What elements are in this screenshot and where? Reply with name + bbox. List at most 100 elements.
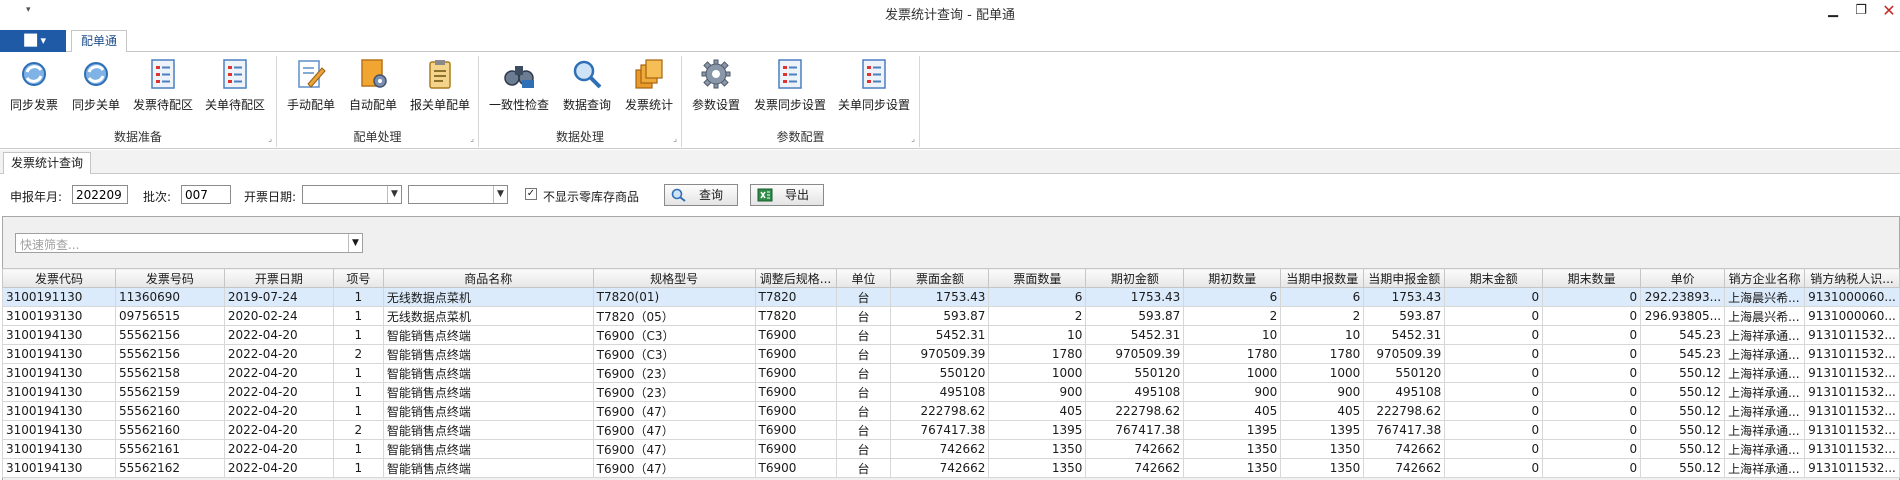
table-cell: 1350 [1183,439,1282,459]
column-header[interactable]: 开票日期 [223,268,334,288]
tab-invoice-stats-query[interactable]: 发票统计查询 [3,152,91,174]
period-input[interactable] [72,185,128,204]
table-cell: 742662 [1085,439,1185,459]
table-cell: 970509.39 [1363,344,1446,364]
table-row[interactable]: 3100194130 55562161 2022-04-20 1 智能销售点终端 T690… [2,439,1900,459]
customs-pending-button[interactable]: 关单待配区 [202,58,268,118]
group-launcher-icon[interactable]: ⌟ [673,134,677,143]
chevron-down-icon[interactable]: ▼ [493,186,507,203]
table-row[interactable]: 3100191130 11360690 2019-07-24 1 无线数据点菜机 T782… [2,287,1900,307]
column-header[interactable]: 当期申报数量 [1280,268,1365,288]
consistency-check-button[interactable]: 一致性检查 [487,58,551,118]
excel-export-icon [757,188,773,202]
table-cell: T6900（C3） [592,325,756,345]
column-header[interactable]: 规格型号 [592,268,756,288]
table-cell: 1 [332,287,384,307]
table-cell: 550120 [890,363,990,383]
table-row[interactable]: 3100194130 55562160 2022-04-20 1 智能销售点终端 T690… [2,401,1900,421]
column-header[interactable]: 销方企业名称 [1724,268,1806,288]
table-cell: 1395 [1280,420,1365,440]
group-launcher-icon[interactable]: ⌟ [470,134,474,143]
table-cell: T6900 [754,363,837,383]
manual-match-button[interactable]: 手动配单 [283,58,339,118]
table-row[interactable]: 3100194130 55562156 2022-04-20 2 智能销售点终端 T690… [2,344,1900,364]
customs-match-button[interactable]: 报关单配单 [407,58,473,118]
table-cell: T7820 [754,287,837,307]
table-cell: 545.23 [1640,325,1726,345]
invoice-sync-settings-label: 发票同步设置 [753,98,826,112]
column-header[interactable]: 期末金额 [1444,268,1544,288]
param-settings-button[interactable]: 参数设置 [688,58,744,118]
column-header[interactable]: 发票号码 [114,268,225,288]
table-cell: T6900 [754,439,837,459]
group-params: 参数设置 发票同步设置 关单同步设置 参数配置 ⌟ [682,56,920,147]
column-header[interactable]: 票面数量 [988,268,1087,288]
list-icon [862,59,886,89]
table-row[interactable]: 3100194130 55562158 2022-04-20 1 智能销售点终端 T690… [2,363,1900,383]
table-cell: 0 [1542,363,1642,383]
table-cell: 1 [332,382,384,402]
close-button[interactable]: ✕ [1878,1,1900,20]
edit-doc-icon [298,60,326,88]
table-cell: 970509.39 [890,344,990,364]
column-header[interactable]: 期初数量 [1183,268,1282,288]
column-header[interactable]: 票面金额 [890,268,990,288]
table-row[interactable]: 3100194130 55562156 2022-04-20 1 智能销售点终端 T690… [2,325,1900,345]
restore-button[interactable]: ❐ [1850,3,1872,18]
tab-peidantong[interactable]: 配单通 [71,30,127,53]
column-header[interactable]: 调整后规格... [754,268,837,288]
sync-invoice-button[interactable]: 同步发票 [6,58,62,118]
query-button[interactable]: 查询 [664,184,738,206]
table-cell: 0 [1542,325,1642,345]
table-cell: 55562156 [114,344,225,364]
column-header[interactable]: 销方纳税人识... [1804,268,1900,288]
sync-customs-button[interactable]: 同步关单 [68,58,124,118]
table-cell: 1350 [1280,439,1365,459]
table-cell: 742662 [1085,458,1185,478]
manual-match-label: 手动配单 [286,98,335,112]
auto-match-button[interactable]: 自动配单 [345,58,401,118]
ribbon: 同步发票 同步关单 发票待配区 关单待配区 数据准备 ⌟ 手动配单 自动配单 报… [0,52,1900,149]
group-launcher-icon[interactable]: ⌟ [911,134,915,143]
chevron-down-icon[interactable]: ▼ [387,186,401,203]
invoice-sync-settings-button[interactable]: 发票同步设置 [752,58,828,118]
table-row[interactable]: 3100194130 55562160 2022-04-20 2 智能销售点终端 T690… [2,420,1900,440]
table-row[interactable]: 3100194130 55562159 2022-04-20 1 智能销售点终端 T690… [2,382,1900,402]
table-cell: 593.87 [1085,306,1185,326]
batch-input[interactable] [181,185,231,204]
invoice-stats-button[interactable]: 发票统计 [621,58,677,118]
table-cell: 5452.31 [1363,325,1446,345]
column-header[interactable]: 项号 [332,268,384,288]
date-from-select[interactable]: ▼ [302,185,402,204]
chevron-down-icon[interactable]: ▼ [348,234,362,252]
hide-zero-checkbox[interactable]: ✓ [525,188,537,200]
column-header[interactable]: 期初金额 [1085,268,1185,288]
application-menu-button[interactable]: ▐█ ▾ [0,30,66,52]
group-launcher-icon[interactable]: ⌟ [268,134,272,143]
sync-invoice-label: 同步发票 [9,98,58,112]
minimize-button[interactable]: ▁ [1822,3,1844,18]
table-cell: T6900（47） [592,439,756,459]
table-row[interactable]: 3100194130 55562162 2022-04-20 1 智能销售点终端 T690… [2,458,1900,478]
table-cell: 55562156 [114,325,225,345]
column-header[interactable]: 商品名称 [382,268,594,288]
ribbon-tab-strip: ▐█ ▾ 配单通 [0,28,1900,53]
customs-sync-settings-button[interactable]: 关单同步设置 [836,58,912,118]
quick-filter-combo[interactable]: 快速筛查... ▼ [15,233,363,253]
table-row[interactable]: 3100193130 09756515 2020-02-24 1 无线数据点菜机 T782… [2,306,1900,326]
group-data-prep: 同步发票 同步关单 发票待配区 关单待配区 数据准备 ⌟ [0,56,277,147]
table-cell: 0 [1444,401,1544,421]
column-header[interactable]: 发票代码 [2,268,116,288]
table-cell: 550.12 [1640,458,1726,478]
date-to-select[interactable]: ▼ [408,185,508,204]
column-header[interactable]: 当期申报金额 [1363,268,1446,288]
column-header[interactable]: 单位 [835,268,892,288]
data-query-button[interactable]: 数据查询 [559,58,615,118]
column-header[interactable]: 期末数量 [1542,268,1642,288]
list-icon [151,59,175,89]
column-header[interactable]: 单价 [1640,268,1726,288]
invoice-pending-button[interactable]: 发票待配区 [130,58,196,118]
table-cell: 1395 [1183,420,1282,440]
table-cell: 593.87 [890,306,990,326]
export-button[interactable]: 导出 [750,184,824,206]
